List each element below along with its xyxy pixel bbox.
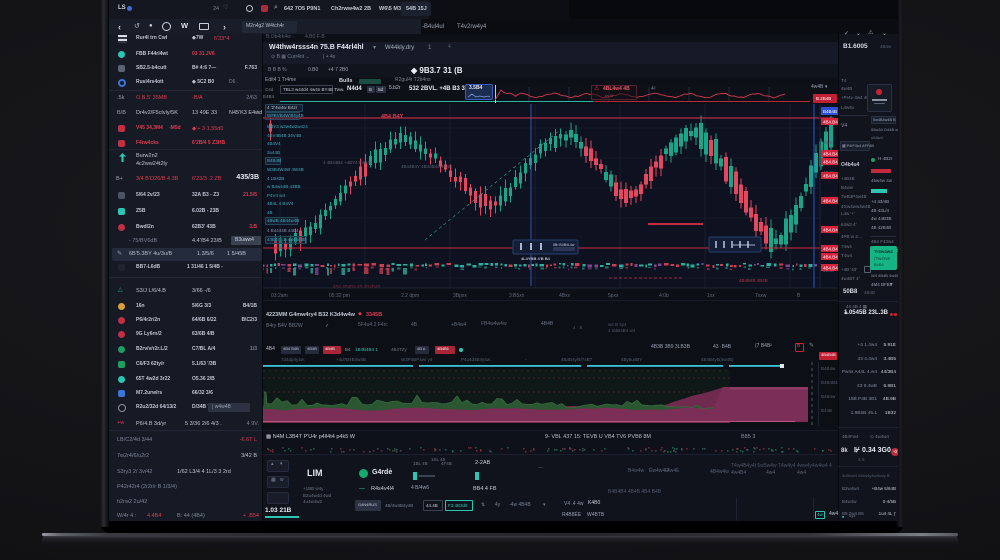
svg-text:05:32 pm: 05:32 pm [329,293,350,299]
svg-text:4B4.B4: 4B4.B4 [823,120,838,125]
svg-text:4B4.B4: 4B4.B4 [823,152,838,157]
svg-text:4B4.B4: 4B4.B4 [823,228,838,233]
svg-text:4B4.B4: 4B4.B4 [823,247,838,252]
svg-text:4Bxx: 4Bxx [559,293,571,299]
svg-text:4B4.B4: 4B4.B4 [823,255,838,260]
svg-text:2.2 dpm: 2.2 dpm [401,293,419,299]
svg-text:4B4B4B 4B4B: 4B4B4B 4B4B [739,278,768,283]
svg-text:4B4B: 4B4B [823,140,834,145]
svg-text:5B³ B4B4L4w: 5B³ B4B4L4w [553,243,575,247]
svg-text:4B4.B4: 4B4.B4 [823,174,838,179]
svg-text:4:0b: 4:0b [659,293,669,299]
svg-text:03:2am: 03:2am [271,293,288,299]
svg-text:4B4.B4: 4B4.B4 [823,266,838,271]
svg-text:5pxx: 5pxx [608,293,619,299]
svg-text:7xxw: 7xxw [755,293,767,299]
svg-text:3Bpxx: 3Bpxx [453,293,467,299]
svg-text:4L4YBB 4’B B4: 4L4YBB 4’B B4 [521,256,551,261]
svg-text:4B4.B4: 4B4.B4 [823,160,838,165]
svg-text:4B4.B4: 4B4.B4 [823,199,838,204]
svg-text:1xx: 1xx [707,293,715,299]
svg-text:3:B5xx: 3:B5xx [509,293,525,299]
svg-text:B4B4B: B4B4B [823,109,837,114]
